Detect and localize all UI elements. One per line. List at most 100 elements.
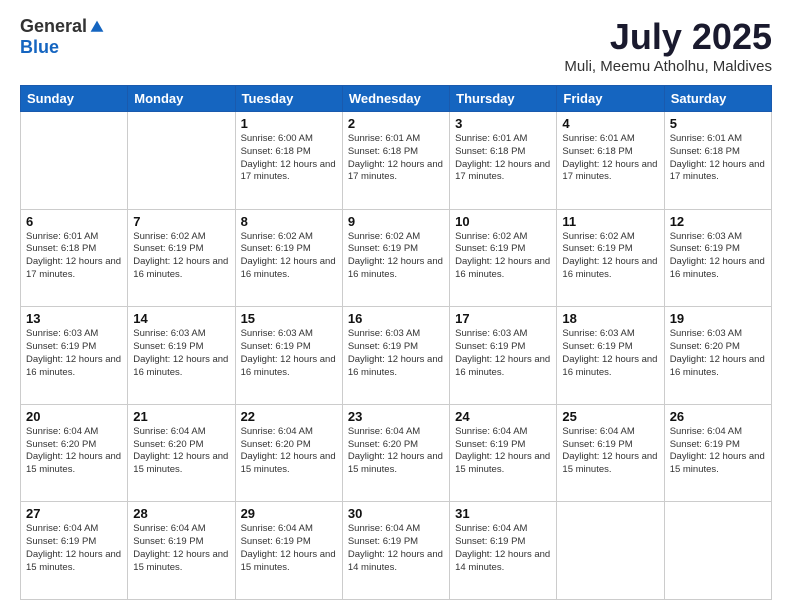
week-row-1: 1 Sunrise: 6:00 AM Sunset: 6:18 PM Daylig… (21, 112, 772, 210)
calendar-cell: 1 Sunrise: 6:00 AM Sunset: 6:18 PM Daylig… (235, 112, 342, 210)
day-info: Sunrise: 6:04 AM Sunset: 6:19 PM Dayligh… (348, 523, 444, 574)
day-info: Sunrise: 6:04 AM Sunset: 6:19 PM Dayligh… (455, 426, 551, 477)
calendar-cell: 12 Sunrise: 6:03 AM Sunset: 6:19 PM Dayli… (664, 209, 771, 307)
day-number: 23 (348, 409, 444, 424)
calendar-cell: 24 Sunrise: 6:04 AM Sunset: 6:19 PM Dayli… (450, 404, 557, 502)
day-header-saturday: Saturday (664, 86, 771, 112)
day-number: 31 (455, 506, 551, 521)
day-info: Sunrise: 6:01 AM Sunset: 6:18 PM Dayligh… (26, 231, 122, 282)
day-info: Sunrise: 6:02 AM Sunset: 6:19 PM Dayligh… (562, 231, 658, 282)
day-info: Sunrise: 6:03 AM Sunset: 6:19 PM Dayligh… (562, 328, 658, 379)
day-header-thursday: Thursday (450, 86, 557, 112)
calendar-cell: 10 Sunrise: 6:02 AM Sunset: 6:19 PM Dayli… (450, 209, 557, 307)
calendar-cell: 31Sunrise: 6:04 AM Sunset: 6:19 PM Dayli… (450, 502, 557, 600)
day-number: 5 (670, 116, 766, 131)
day-number: 27 (26, 506, 122, 521)
day-number: 15 (241, 311, 337, 326)
day-number: 12 (670, 214, 766, 229)
day-number: 17 (455, 311, 551, 326)
calendar-cell: 5 Sunrise: 6:01 AM Sunset: 6:18 PM Daylig… (664, 112, 771, 210)
day-number: 19 (670, 311, 766, 326)
day-header-friday: Friday (557, 86, 664, 112)
day-number: 3 (455, 116, 551, 131)
calendar-cell: 29 Sunrise: 6:04 AM Sunset: 6:19 PM Dayli… (235, 502, 342, 600)
day-info: Sunrise: 6:04 AM Sunset: 6:20 PM Dayligh… (348, 426, 444, 477)
day-info: Sunrise: 6:02 AM Sunset: 6:19 PM Dayligh… (455, 231, 551, 282)
day-number: 4 (562, 116, 658, 131)
day-number: 10 (455, 214, 551, 229)
calendar-cell (557, 502, 664, 600)
day-info: Sunrise: 6:03 AM Sunset: 6:19 PM Dayligh… (670, 231, 766, 282)
day-info: Sunrise: 6:01 AM Sunset: 6:18 PM Dayligh… (455, 133, 551, 184)
logo-icon (89, 19, 105, 35)
logo-general-text: General (20, 16, 87, 37)
day-number: 11 (562, 214, 658, 229)
day-info: Sunrise: 6:04 AM Sunset: 6:19 PM Dayligh… (133, 523, 229, 574)
day-info: Sunrise: 6:03 AM Sunset: 6:19 PM Dayligh… (455, 328, 551, 379)
day-number: 29 (241, 506, 337, 521)
calendar-cell: 6 Sunrise: 6:01 AM Sunset: 6:18 PM Daylig… (21, 209, 128, 307)
calendar-cell: 11 Sunrise: 6:02 AM Sunset: 6:19 PM Dayli… (557, 209, 664, 307)
calendar-cell: 9 Sunrise: 6:02 AM Sunset: 6:19 PM Daylig… (342, 209, 449, 307)
calendar-cell: 7 Sunrise: 6:02 AM Sunset: 6:19 PM Daylig… (128, 209, 235, 307)
calendar-cell: 25Sunrise: 6:04 AM Sunset: 6:19 PM Dayli… (557, 404, 664, 502)
day-info: Sunrise: 6:04 AM Sunset: 6:20 PM Dayligh… (26, 426, 122, 477)
page: General Blue July 2025 Muli, Meemu Athol… (0, 0, 792, 612)
day-number: 2 (348, 116, 444, 131)
calendar-cell (21, 112, 128, 210)
day-number: 28 (133, 506, 229, 521)
day-number: 7 (133, 214, 229, 229)
day-number: 30 (348, 506, 444, 521)
day-info: Sunrise: 6:04 AM Sunset: 6:19 PM Dayligh… (670, 426, 766, 477)
day-number: 22 (241, 409, 337, 424)
week-row-2: 6 Sunrise: 6:01 AM Sunset: 6:18 PM Daylig… (21, 209, 772, 307)
calendar-cell: 13 Sunrise: 6:03 AM Sunset: 6:19 PM Dayli… (21, 307, 128, 405)
day-header-wednesday: Wednesday (342, 86, 449, 112)
day-info: Sunrise: 6:02 AM Sunset: 6:19 PM Dayligh… (133, 231, 229, 282)
day-info: Sunrise: 6:03 AM Sunset: 6:19 PM Dayligh… (133, 328, 229, 379)
day-info: Sunrise: 6:03 AM Sunset: 6:20 PM Dayligh… (670, 328, 766, 379)
calendar-cell: 26Sunrise: 6:04 AM Sunset: 6:19 PM Dayli… (664, 404, 771, 502)
title-section: July 2025 Muli, Meemu Atholhu, Maldives (564, 16, 772, 75)
day-header-monday: Monday (128, 86, 235, 112)
logo: General Blue (20, 16, 105, 58)
day-info: Sunrise: 6:01 AM Sunset: 6:18 PM Dayligh… (562, 133, 658, 184)
day-info: Sunrise: 6:04 AM Sunset: 6:19 PM Dayligh… (26, 523, 122, 574)
day-info: Sunrise: 6:01 AM Sunset: 6:18 PM Dayligh… (670, 133, 766, 184)
day-number: 6 (26, 214, 122, 229)
calendar-cell: 30 Sunrise: 6:04 AM Sunset: 6:19 PM Dayli… (342, 502, 449, 600)
day-info: Sunrise: 6:03 AM Sunset: 6:19 PM Dayligh… (26, 328, 122, 379)
day-info: Sunrise: 6:01 AM Sunset: 6:18 PM Dayligh… (348, 133, 444, 184)
calendar-cell: 8Sunrise: 6:02 AM Sunset: 6:19 PM Daylig… (235, 209, 342, 307)
day-number: 9 (348, 214, 444, 229)
header: General Blue July 2025 Muli, Meemu Athol… (20, 16, 772, 75)
calendar-cell: 2 Sunrise: 6:01 AM Sunset: 6:18 PM Daylig… (342, 112, 449, 210)
calendar-cell (128, 112, 235, 210)
week-row-4: 20 Sunrise: 6:04 AM Sunset: 6:20 PM Dayli… (21, 404, 772, 502)
day-info: Sunrise: 6:04 AM Sunset: 6:19 PM Dayligh… (241, 523, 337, 574)
calendar-table: SundayMondayTuesdayWednesdayThursdayFrid… (20, 85, 772, 600)
day-number: 20 (26, 409, 122, 424)
calendar-cell: 15Sunrise: 6:03 AM Sunset: 6:19 PM Dayli… (235, 307, 342, 405)
calendar-cell: 17 Sunrise: 6:03 AM Sunset: 6:19 PM Dayli… (450, 307, 557, 405)
day-info: Sunrise: 6:00 AM Sunset: 6:18 PM Dayligh… (241, 133, 337, 184)
day-number: 18 (562, 311, 658, 326)
month-title: July 2025 (564, 16, 772, 58)
day-number: 16 (348, 311, 444, 326)
day-number: 21 (133, 409, 229, 424)
day-info: Sunrise: 6:04 AM Sunset: 6:20 PM Dayligh… (133, 426, 229, 477)
day-number: 1 (241, 116, 337, 131)
logo-blue-text: Blue (20, 37, 59, 58)
calendar-cell: 23 Sunrise: 6:04 AM Sunset: 6:20 PM Dayli… (342, 404, 449, 502)
day-number: 24 (455, 409, 551, 424)
day-info: Sunrise: 6:02 AM Sunset: 6:19 PM Dayligh… (348, 231, 444, 282)
calendar-cell: 19 Sunrise: 6:03 AM Sunset: 6:20 PM Dayli… (664, 307, 771, 405)
calendar-cell: 20 Sunrise: 6:04 AM Sunset: 6:20 PM Dayli… (21, 404, 128, 502)
week-row-3: 13 Sunrise: 6:03 AM Sunset: 6:19 PM Dayli… (21, 307, 772, 405)
calendar-cell: 4 Sunrise: 6:01 AM Sunset: 6:18 PM Daylig… (557, 112, 664, 210)
calendar-cell: 16Sunrise: 6:03 AM Sunset: 6:19 PM Dayli… (342, 307, 449, 405)
day-info: Sunrise: 6:04 AM Sunset: 6:20 PM Dayligh… (241, 426, 337, 477)
calendar-cell: 22 Sunrise: 6:04 AM Sunset: 6:20 PM Dayli… (235, 404, 342, 502)
calendar-cell: 21 Sunrise: 6:04 AM Sunset: 6:20 PM Dayli… (128, 404, 235, 502)
day-number: 13 (26, 311, 122, 326)
